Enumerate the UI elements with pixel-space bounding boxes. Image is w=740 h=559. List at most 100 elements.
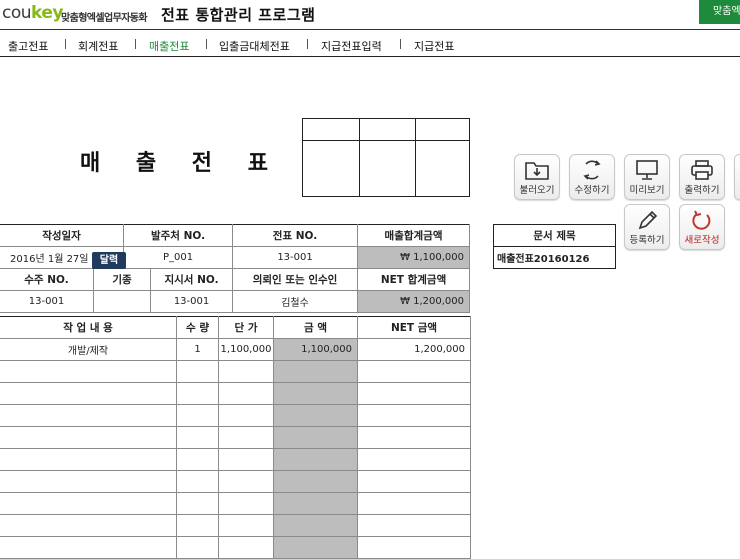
- nav-item-transfer-slip[interactable]: 입출금대체전표: [219, 38, 290, 54]
- nav-item-accounting-slip[interactable]: 회계전표: [78, 38, 118, 54]
- model-cell[interactable]: [92, 290, 152, 313]
- quantity-cell[interactable]: [176, 470, 219, 493]
- new-button[interactable]: 새로작성: [679, 204, 725, 250]
- table-row: [0, 404, 471, 427]
- quantity-cell[interactable]: [176, 382, 219, 405]
- net-amount-cell[interactable]: [357, 426, 471, 449]
- unit-price-cell[interactable]: [218, 448, 274, 471]
- order-no-cell[interactable]: 13-001: [0, 290, 94, 313]
- load-button[interactable]: 불러오기: [514, 154, 560, 200]
- work-content-cell[interactable]: [0, 470, 177, 493]
- quantity-cell[interactable]: [176, 492, 219, 515]
- unit-price-cell[interactable]: 1,100,000: [218, 338, 274, 361]
- doc-title-value[interactable]: 매출전표20160126: [493, 246, 616, 269]
- amount-cell: [273, 514, 358, 537]
- work-content-cell[interactable]: [0, 382, 177, 405]
- pencil-icon: [638, 210, 658, 230]
- work-content-cell[interactable]: [0, 492, 177, 515]
- quantity-cell[interactable]: [176, 360, 219, 383]
- app-title: 전표 통합관리 프로그램: [161, 6, 316, 24]
- unit-price-cell[interactable]: [218, 514, 274, 537]
- quantity-cell[interactable]: [176, 426, 219, 449]
- top-right-button[interactable]: 맞춤엑: [699, 0, 740, 24]
- quantity-cell[interactable]: [176, 404, 219, 427]
- unit-price-cell[interactable]: [218, 470, 274, 493]
- header-net-amount: NET 금액: [357, 316, 471, 339]
- unit-price-cell[interactable]: [218, 536, 274, 559]
- header-unit-price: 단 가: [218, 316, 274, 339]
- amount-cell: [273, 382, 358, 405]
- approval-col: [303, 119, 360, 196]
- unit-price-cell[interactable]: [218, 426, 274, 449]
- header-amount: 금 액: [273, 316, 358, 339]
- slip-no-cell[interactable]: 13-001: [232, 246, 359, 269]
- net-amount-cell[interactable]: [357, 404, 471, 427]
- nav-item-release-slip[interactable]: 출고전표: [8, 38, 48, 54]
- work-content-cell[interactable]: [0, 426, 177, 449]
- work-content-cell[interactable]: [0, 448, 177, 471]
- header-client-no: 발주처 NO.: [123, 224, 234, 247]
- table-row: [0, 492, 471, 515]
- header-model: 기종: [92, 268, 152, 291]
- table-row: [0, 360, 471, 383]
- unit-price-cell[interactable]: [218, 404, 274, 427]
- unit-price-cell[interactable]: [218, 360, 274, 383]
- register-button[interactable]: 등록하기: [624, 204, 670, 250]
- work-content-cell[interactable]: [0, 514, 177, 537]
- nav-item-sales-slip[interactable]: 매출전표: [149, 38, 189, 54]
- work-content-cell[interactable]: [0, 536, 177, 559]
- work-content-cell[interactable]: [0, 360, 177, 383]
- amount-cell: [273, 470, 358, 493]
- net-total-cell: ₩ 1,200,000: [357, 290, 471, 313]
- net-amount-cell[interactable]: 1,200,000: [357, 338, 471, 361]
- unit-price-cell[interactable]: [218, 382, 274, 405]
- net-amount-cell[interactable]: [357, 360, 471, 383]
- net-amount-cell[interactable]: [357, 536, 471, 559]
- work-content-cell[interactable]: [0, 404, 177, 427]
- nav-item-payment-entry[interactable]: 지급전표입력: [321, 38, 382, 54]
- quantity-cell[interactable]: 1: [176, 338, 219, 361]
- register-label: 등록하기: [629, 235, 665, 246]
- quantity-cell[interactable]: [176, 514, 219, 537]
- net-amount-cell[interactable]: [357, 382, 471, 405]
- print-button[interactable]: 출력하기: [679, 154, 725, 200]
- quantity-cell[interactable]: [176, 536, 219, 559]
- header-order-no: 수주 NO.: [0, 268, 94, 291]
- header-requester: 의뢰인 또는 인수인: [232, 268, 359, 291]
- logo-accent: key: [31, 3, 63, 23]
- approval-col: [359, 119, 416, 196]
- doc-title-header: 문서 제목: [493, 224, 616, 247]
- net-amount-cell[interactable]: [357, 492, 471, 515]
- preview-label: 미리보기: [629, 185, 665, 196]
- net-amount-cell[interactable]: [357, 470, 471, 493]
- work-content-cell[interactable]: 개발/제작: [0, 338, 177, 361]
- table-row: 개발/제작 1 1,100,000 1,100,000 1,200,000: [0, 338, 471, 361]
- unit-price-cell[interactable]: [218, 492, 274, 515]
- net-amount-cell[interactable]: [357, 448, 471, 471]
- nav-item-payment-slip[interactable]: 지급전표: [414, 38, 454, 54]
- table-row: [0, 426, 471, 449]
- monitor-icon: [636, 160, 658, 180]
- header-sales-total: 매출합계금액: [357, 224, 471, 247]
- quantity-cell[interactable]: [176, 448, 219, 471]
- sales-total-cell: ₩ 1,100,000: [357, 246, 471, 269]
- printer-icon: [691, 160, 713, 180]
- calendar-button[interactable]: 달력: [92, 252, 126, 269]
- header-quantity: 수 량: [176, 316, 219, 339]
- client-no-cell[interactable]: P_001: [123, 246, 234, 269]
- preview-button[interactable]: 미리보기: [624, 154, 670, 200]
- logo: coukey: [2, 3, 63, 23]
- reload-red-icon: [692, 210, 711, 230]
- table-row: [0, 536, 471, 559]
- refresh-icon: [583, 160, 601, 180]
- main-nav: 출고전표 회계전표 매출전표 입출금대체전표 지급전표입력 지급전표: [0, 30, 740, 57]
- edit-button[interactable]: 수정하기: [569, 154, 615, 200]
- net-amount-cell[interactable]: [357, 514, 471, 537]
- instruction-no-cell[interactable]: 13-001: [150, 290, 234, 313]
- doc-title-box: 문서 제목 매출전표20160126: [493, 224, 616, 269]
- nav-separator: [206, 39, 207, 49]
- more-button-partial[interactable]: [734, 154, 740, 200]
- header-instruction-no: 지시서 NO.: [150, 268, 234, 291]
- write-date-value: 2016년 1월 27일: [10, 254, 89, 265]
- requester-cell[interactable]: 김철수: [232, 290, 359, 313]
